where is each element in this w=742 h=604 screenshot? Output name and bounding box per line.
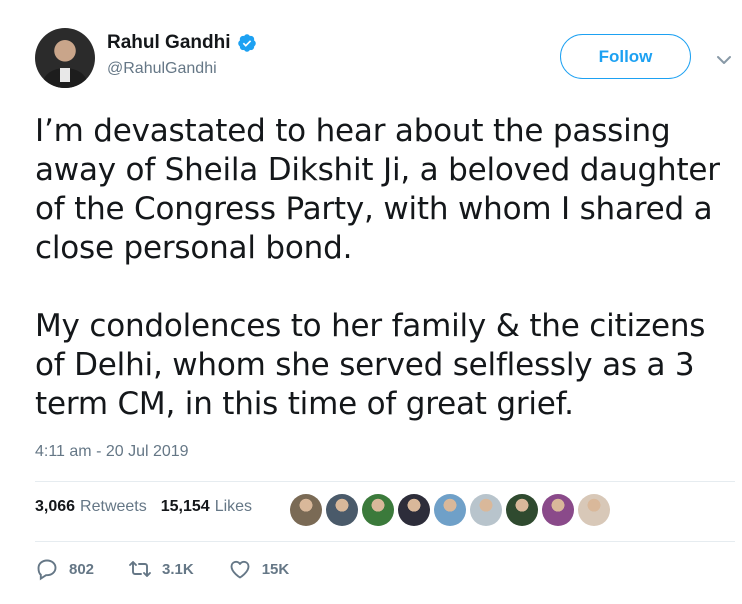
likes-stat[interactable]: 15,154 Likes — [161, 498, 252, 516]
likes-label: Likes — [214, 498, 253, 515]
retweets-stat[interactable]: 3,066 Retweets — [35, 498, 147, 516]
liker-avatars — [290, 494, 610, 526]
verified-badge-icon — [237, 34, 256, 52]
likes-count: 15,154 — [160, 498, 210, 515]
chevron-down-icon[interactable] — [716, 52, 732, 68]
retweet-count: 3.1K — [162, 560, 194, 578]
like-count: 15K — [261, 560, 290, 578]
author-block: Rahul Gandhi @RahulGandhi — [107, 32, 257, 78]
tweet-header: Rahul Gandhi @RahulGandhi Follow — [35, 28, 735, 90]
heart-icon — [230, 560, 250, 579]
liker-avatar-7[interactable] — [506, 494, 538, 526]
retweets-count: 3,066 — [35, 498, 76, 515]
author-name[interactable]: Rahul Gandhi — [107, 32, 231, 54]
like-action[interactable]: 15K — [228, 557, 290, 581]
liker-avatar-2[interactable] — [326, 494, 358, 526]
reply-action[interactable]: 802 — [35, 557, 94, 581]
tweet-paragraph-1: I’m devastated to hear about the passing… — [35, 113, 720, 266]
liker-avatar-8[interactable] — [542, 494, 574, 526]
divider-bottom — [35, 541, 735, 542]
tweet-paragraph-2: My condolences to her family & the citiz… — [35, 308, 706, 422]
retweet-action[interactable]: 3.1K — [128, 557, 194, 581]
liker-avatar-4[interactable] — [398, 494, 430, 526]
retweet-icon — [129, 561, 151, 577]
tweet-timestamp[interactable]: 4:11 am - 20 Jul 2019 — [35, 443, 189, 461]
retweets-label: Retweets — [80, 498, 147, 515]
reply-count: 802 — [69, 560, 95, 578]
avatar[interactable] — [35, 28, 95, 88]
tweet-text: I’m devastated to hear about the passing… — [35, 112, 725, 424]
author-handle[interactable]: @RahulGandhi — [107, 60, 257, 78]
liker-avatar-1[interactable] — [290, 494, 322, 526]
liker-avatar-9[interactable] — [578, 494, 610, 526]
liker-avatar-3[interactable] — [362, 494, 394, 526]
divider-top — [35, 481, 735, 482]
reply-icon — [37, 559, 57, 581]
tweet-stats: 3,066 Retweets 15,154 Likes — [35, 498, 266, 516]
follow-button[interactable]: Follow — [560, 34, 691, 79]
liker-avatar-5[interactable] — [434, 494, 466, 526]
author-name-row: Rahul Gandhi — [107, 32, 257, 54]
tweet-actions: 802 3.1K 15K — [35, 557, 323, 581]
liker-avatar-6[interactable] — [470, 494, 502, 526]
